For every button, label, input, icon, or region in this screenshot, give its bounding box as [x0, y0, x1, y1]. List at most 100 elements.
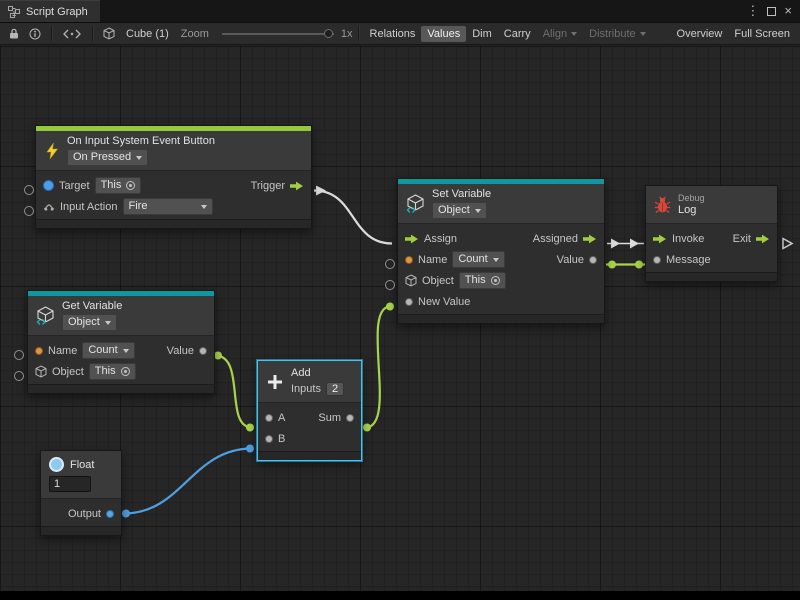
trigger-label: Trigger	[251, 180, 285, 192]
close-icon[interactable]: ×	[784, 0, 792, 22]
node-debug-log[interactable]: Debug Log Invoke Exit Message	[645, 185, 778, 282]
new-value-port[interactable]	[405, 298, 413, 306]
maximize-icon[interactable]	[767, 7, 776, 16]
relations-button[interactable]: Relations	[364, 26, 422, 42]
values-button[interactable]: Values	[421, 26, 466, 42]
toolbar-divider	[51, 26, 52, 41]
value-output-port[interactable]	[199, 347, 207, 355]
node-set-variable[interactable]: Set Variable Object Assign Assigned Name…	[397, 178, 605, 324]
cube-icon	[98, 27, 120, 40]
chevron-down-icon	[640, 32, 646, 36]
variable-name-dropdown[interactable]: Count	[82, 342, 134, 359]
event-mode-value: On Pressed	[73, 151, 131, 164]
event-mode-dropdown[interactable]: On Pressed	[67, 149, 148, 166]
overview-button[interactable]: Overview	[671, 26, 729, 42]
setvar-name-input-port[interactable]	[385, 259, 395, 269]
chevron-down-icon	[136, 156, 142, 160]
event-action-input-port[interactable]	[24, 206, 34, 216]
value-label: Value	[557, 254, 584, 266]
chevron-down-icon	[105, 321, 111, 325]
sum-label: Sum	[318, 412, 341, 424]
output-row: Output	[41, 503, 121, 524]
zoom-knob[interactable]	[324, 29, 333, 38]
float-value-field[interactable]: 1	[49, 476, 91, 492]
node-footer	[36, 219, 311, 228]
node-footer	[41, 526, 121, 535]
chevron-down-icon	[123, 349, 129, 353]
variable-name-value: Count	[88, 344, 117, 357]
node-on-input-system-event[interactable]: On Input System Event Button On Pressed …	[35, 125, 312, 229]
output-port[interactable]	[106, 510, 114, 518]
node-get-variable[interactable]: Get Variable Object Name Count Value Obj…	[27, 290, 215, 394]
node-add[interactable]: Add Inputs 2 A Sum B	[257, 360, 362, 461]
node-title: Add	[291, 367, 311, 379]
node-footer	[646, 272, 777, 281]
zoom-slider[interactable]	[222, 33, 334, 35]
toolbar-divider	[358, 26, 359, 41]
node-footer	[258, 451, 361, 460]
variable-icon	[36, 306, 55, 325]
inputs-count-field[interactable]: 2	[326, 382, 344, 396]
invoke-port-icon[interactable]	[653, 234, 667, 244]
target-object-chip[interactable]: This	[95, 177, 142, 194]
getvar-name-input-port[interactable]	[14, 350, 24, 360]
zoom-value: 1x	[341, 28, 353, 40]
cube-outline-icon	[35, 365, 47, 378]
distribute-button[interactable]: Distribute	[583, 26, 651, 42]
b-port[interactable]	[265, 435, 273, 443]
b-row: B	[258, 428, 361, 449]
setvar-object-input-port[interactable]	[385, 280, 395, 290]
a-port[interactable]	[265, 414, 273, 422]
value-output-port[interactable]	[589, 256, 597, 264]
cube-outline-icon	[405, 274, 417, 287]
chevron-down-icon	[475, 209, 481, 213]
variable-scope-dropdown[interactable]: Object	[432, 202, 487, 219]
object-target-chip[interactable]: This	[89, 363, 136, 380]
object-picker-icon	[121, 367, 130, 376]
assign-label: Assign	[424, 233, 457, 245]
input-action-dropdown[interactable]: Fire	[123, 198, 213, 215]
node-title: Float	[70, 459, 94, 471]
align-button[interactable]: Align	[537, 26, 583, 42]
variable-icon	[406, 194, 425, 213]
dim-button[interactable]: Dim	[466, 26, 498, 42]
graph-target-button[interactable]: Cube (1)	[120, 26, 175, 42]
node-footer	[28, 384, 214, 393]
sum-port[interactable]	[346, 414, 354, 422]
variable-name-value: Count	[458, 253, 487, 266]
event-target-input-port[interactable]	[24, 185, 34, 195]
name-port[interactable]	[405, 256, 413, 264]
getvar-object-input-port[interactable]	[14, 371, 24, 381]
exit-port-icon[interactable]	[756, 234, 770, 244]
assigned-label: Assigned	[533, 233, 578, 245]
name-row: Name Count Value	[28, 340, 214, 361]
tab-script-graph[interactable]: Script Graph	[0, 0, 100, 22]
node-float[interactable]: Float 1 Output	[40, 450, 122, 536]
node-title: Set Variable	[432, 188, 491, 200]
assign-port-icon[interactable]	[405, 234, 419, 244]
object-label: Object	[52, 366, 84, 378]
variable-name-dropdown[interactable]: Count	[452, 251, 504, 268]
variable-scope-value: Object	[438, 204, 470, 217]
trigger-port-icon[interactable]	[290, 181, 304, 191]
lock-icon[interactable]	[4, 28, 24, 39]
name-port[interactable]	[35, 347, 43, 355]
chevron-down-icon	[493, 258, 499, 262]
message-port[interactable]	[653, 256, 661, 264]
chevron-down-icon	[201, 205, 207, 209]
object-row: Object This	[398, 270, 604, 291]
info-icon[interactable]	[24, 28, 46, 40]
object-target-chip[interactable]: This	[459, 272, 506, 289]
variable-scope-dropdown[interactable]: Object	[62, 314, 117, 331]
fullscreen-button[interactable]: Full Screen	[728, 26, 796, 42]
assigned-port-icon[interactable]	[583, 234, 597, 244]
lightning-bolt-icon	[44, 142, 60, 160]
input-action-value: Fire	[129, 200, 148, 213]
object-picker-icon	[491, 276, 500, 285]
carry-button[interactable]: Carry	[498, 26, 537, 42]
name-label: Name	[48, 345, 77, 357]
a-label: A	[278, 412, 285, 424]
kebab-menu-icon[interactable]: ⋮	[746, 0, 759, 22]
bug-icon	[654, 196, 671, 214]
code-icon[interactable]	[57, 29, 87, 39]
